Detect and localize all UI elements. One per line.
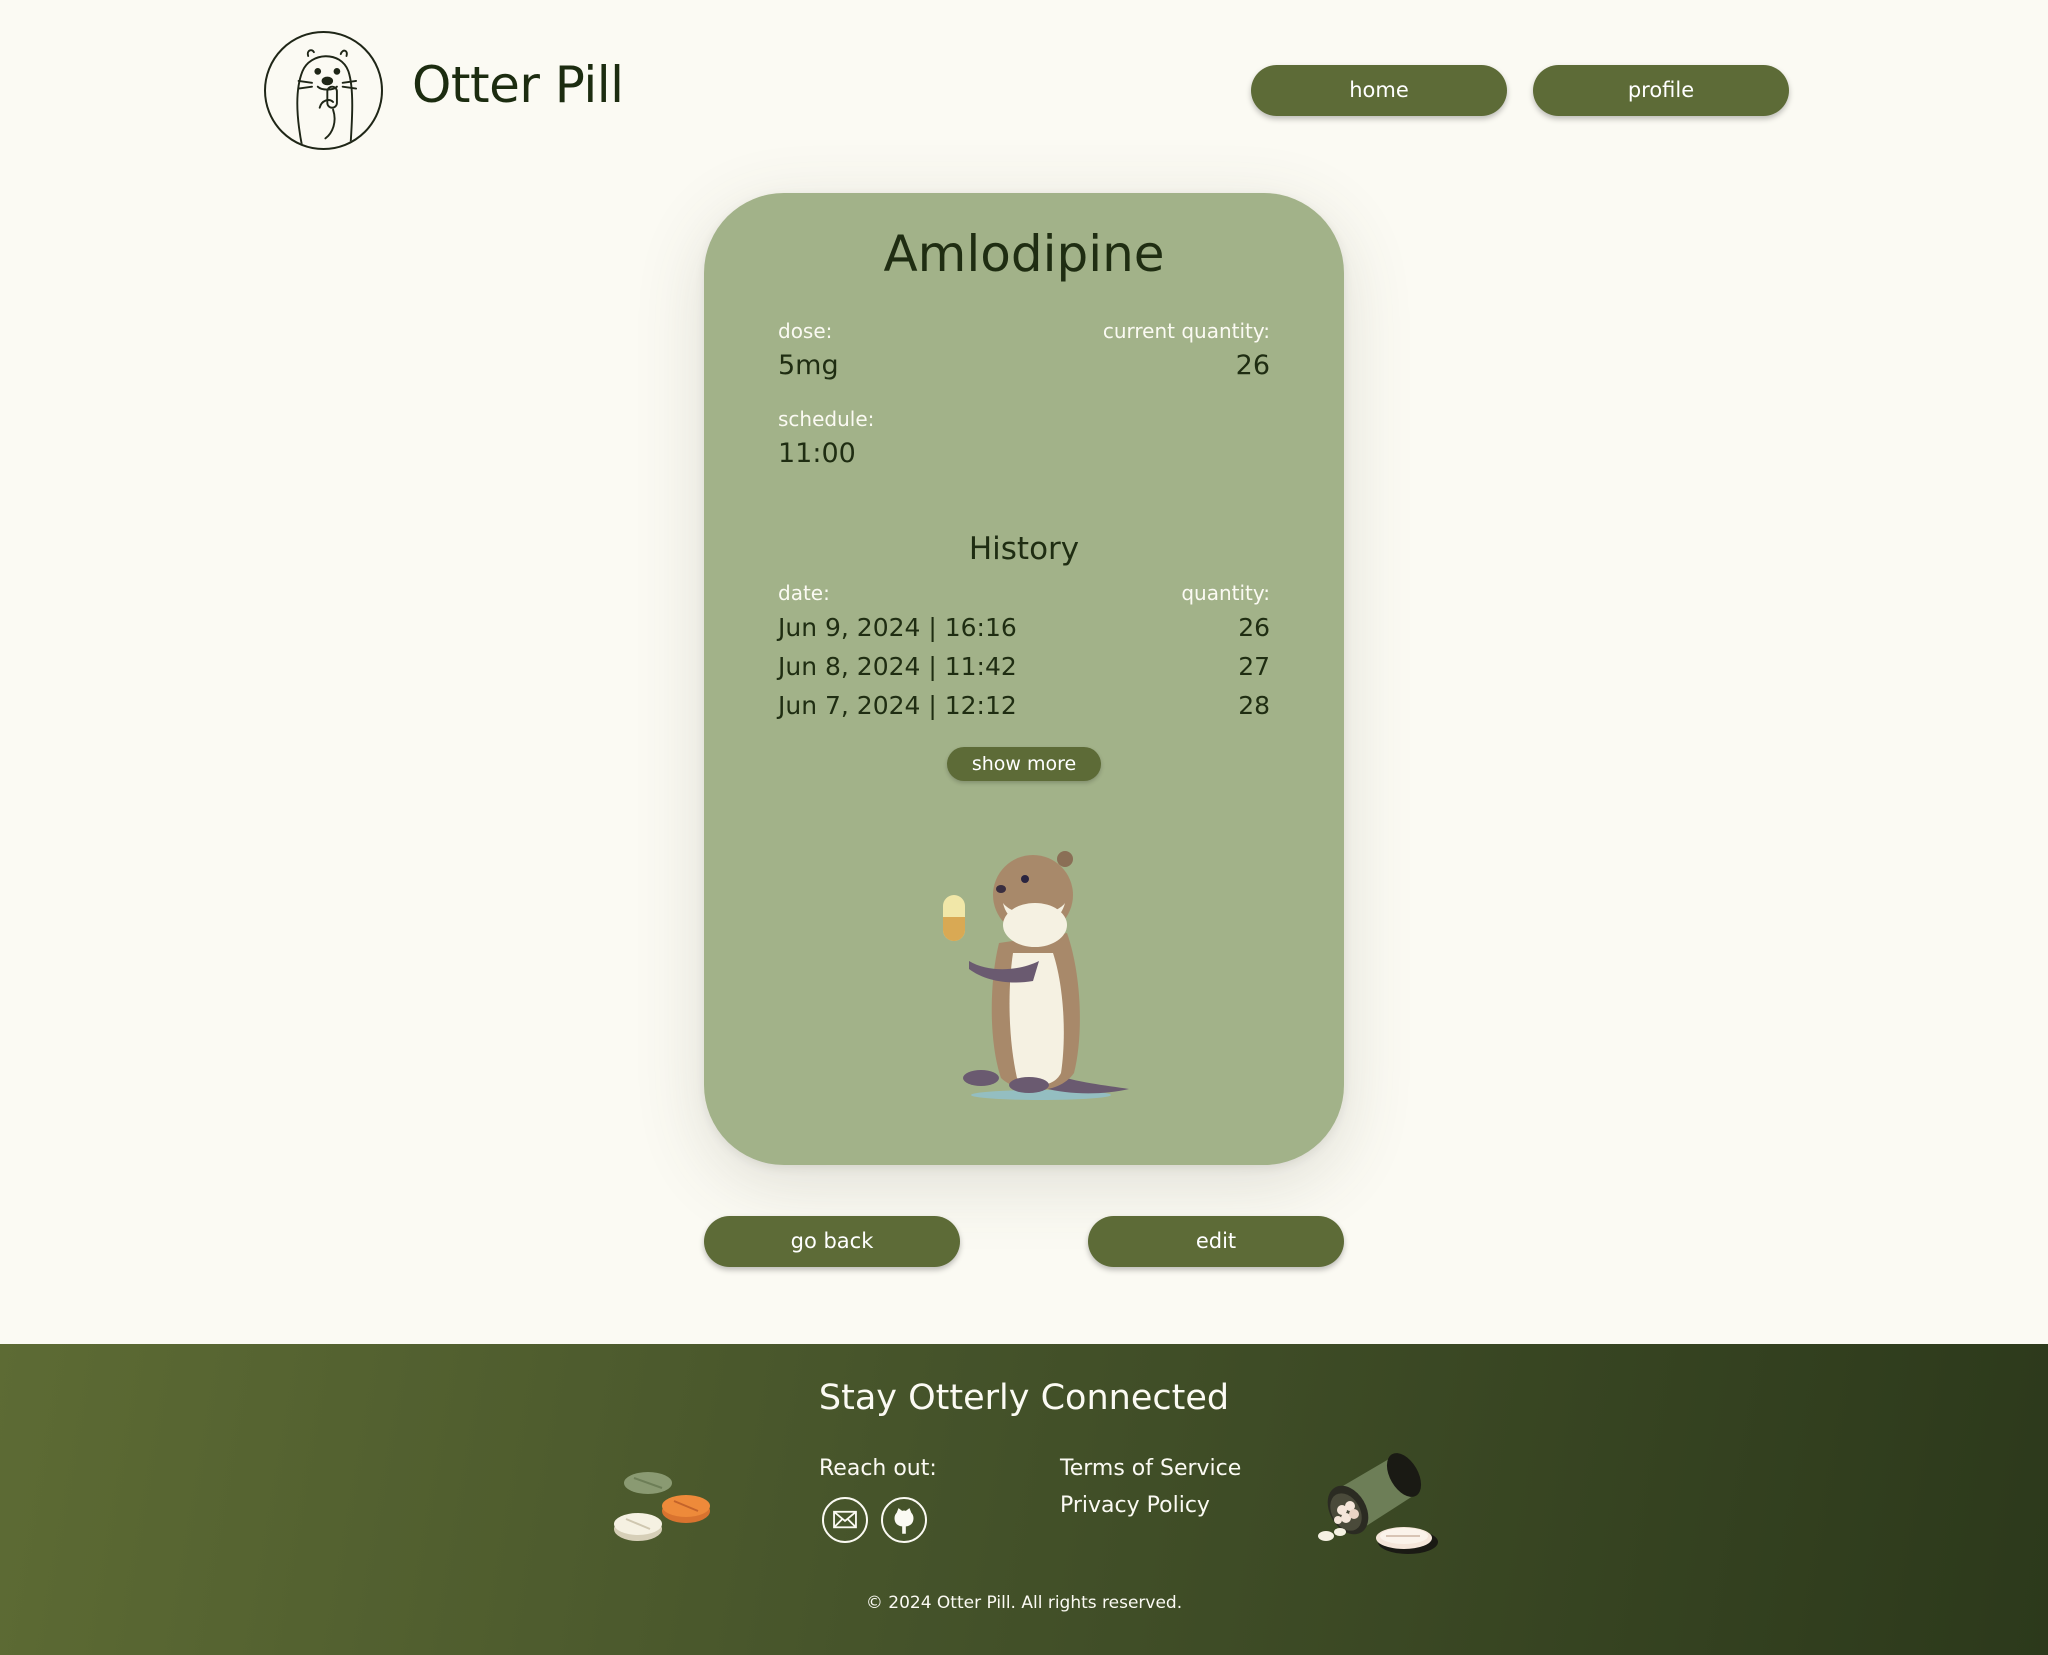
email-icon[interactable] [822, 1497, 868, 1543]
dose-label: dose: [778, 319, 833, 343]
history-date-header: date: [778, 581, 830, 605]
pills-icon [612, 1469, 716, 1549]
history-date: Jun 9, 2024 | 16:16 [778, 613, 1017, 642]
brand-title: Otter Pill [412, 56, 624, 114]
footer-title: Stay Otterly Connected [818, 1378, 1230, 1418]
otter-logo-icon[interactable] [264, 31, 383, 150]
history-date: Jun 7, 2024 | 12:12 [778, 691, 1017, 720]
medication-card: Amlodipine dose: 5mg current quantity: 2… [704, 193, 1344, 1165]
history-title: History [968, 531, 1080, 567]
current-quantity-value: 26 [1235, 350, 1270, 381]
history-quantity-header: quantity: [1181, 581, 1270, 605]
dose-value: 5mg [778, 350, 839, 381]
history-quantity: 28 [1238, 691, 1270, 720]
footer: Stay Otterly Connected Reach out: Terms … [0, 1344, 2048, 1655]
history-row: Jun 7, 2024 | 12:12 28 [778, 691, 1270, 727]
profile-button[interactable]: profile [1533, 65, 1789, 116]
terms-of-service-link[interactable]: Terms of Service [1060, 1456, 1241, 1481]
otter-pill-illustration [929, 833, 1139, 1103]
current-quantity-label: current quantity: [1102, 319, 1270, 343]
reach-out-label: Reach out: [819, 1456, 937, 1481]
go-back-button[interactable]: go back [704, 1216, 960, 1267]
home-button[interactable]: home [1251, 65, 1507, 116]
edit-button[interactable]: edit [1088, 1216, 1344, 1267]
history-date: Jun 8, 2024 | 11:42 [778, 652, 1017, 681]
history-quantity: 26 [1238, 613, 1270, 642]
show-more-button[interactable]: show more [947, 747, 1101, 781]
privacy-policy-link[interactable]: Privacy Policy [1060, 1493, 1210, 1518]
history-row: Jun 9, 2024 | 16:16 26 [778, 613, 1270, 649]
pill-bottle-icon [1316, 1448, 1446, 1560]
medication-name: Amlodipine [883, 225, 1165, 283]
page: Otter Pill home profile Amlodipine dose:… [0, 0, 2048, 1655]
copyright-text: © 2024 Otter Pill. All rights reserved. [865, 1593, 1183, 1613]
schedule-value: 11:00 [778, 438, 856, 469]
history-row: Jun 8, 2024 | 11:42 27 [778, 652, 1270, 688]
history-quantity: 27 [1238, 652, 1270, 681]
github-icon[interactable] [881, 1497, 927, 1543]
schedule-label: schedule: [778, 407, 875, 431]
